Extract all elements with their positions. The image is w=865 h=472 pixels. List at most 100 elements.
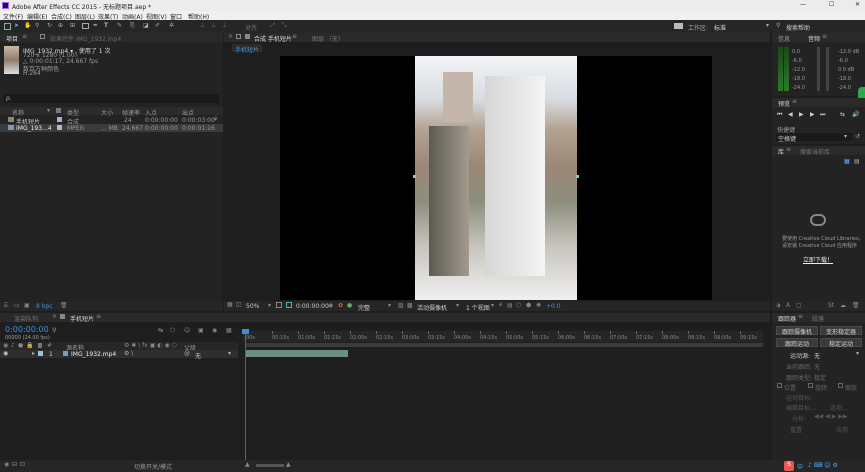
first-frame-icon[interactable]: ⏮ <box>777 111 782 119</box>
tab-libraries[interactable]: 库 <box>778 147 784 156</box>
trash-icon[interactable]: 🗑 <box>60 302 68 309</box>
next-frame-icon[interactable]: ▶ <box>810 111 815 118</box>
toggle-views-icon[interactable]: ▦ <box>227 301 233 308</box>
play-icon[interactable]: ▶ <box>799 111 804 118</box>
draft-3d-icon[interactable]: ⬡ <box>170 327 175 334</box>
reset-icon[interactable]: ↺ <box>855 133 860 140</box>
shy-icon[interactable]: ☺ <box>184 327 190 334</box>
panel-menu-icon[interactable]: ≡ <box>96 313 101 320</box>
stretch-icon[interactable]: ⊡ <box>20 461 25 468</box>
current-time[interactable]: 0:00:00:00 <box>296 303 329 310</box>
comp-mini-flowchart-icon[interactable]: ↹ <box>158 327 163 334</box>
new-folder-icon[interactable]: ▭ <box>14 302 20 309</box>
timeline-icon[interactable]: ▤ <box>507 302 513 309</box>
motion-source-select[interactable]: 无 <box>814 351 820 360</box>
label-col-icon[interactable] <box>56 108 61 113</box>
comp-viewer[interactable] <box>280 56 712 300</box>
transparency-grid-icon[interactable]: ▩ <box>407 302 413 309</box>
shortcut-dropdown-icon[interactable]: ▾ <box>844 133 847 140</box>
camera-snapshot-icon[interactable]: ◉ <box>328 302 333 309</box>
maximize-button[interactable]: ☐ <box>829 1 834 8</box>
comp-flow-icon[interactable]: ◉ <box>4 461 9 468</box>
tab-effect-controls[interactable]: 效果控件 IMG_1932.mp4 <box>50 34 121 43</box>
axis-icon[interactable]: ⊥ <box>200 22 205 29</box>
current-time-indicator[interactable] <box>245 331 246 460</box>
breadcrumb-label[interactable]: 手机短片 <box>235 45 259 54</box>
color-channel-icon[interactable]: ● <box>347 302 352 309</box>
rectangle-tool-icon[interactable] <box>82 23 89 29</box>
snap-icon[interactable]: ⤢ <box>270 22 275 30</box>
frame-blend-icon[interactable]: ▣ <box>198 327 204 334</box>
add-graphic-icon[interactable]: ▢ <box>796 302 802 309</box>
table-row[interactable]: IMG_193...4 MPEG ... MB 24.667 0:00:00:0… <box>0 124 223 132</box>
layer-label-icon[interactable] <box>38 351 43 356</box>
workspace-dropdown-icon[interactable]: ▾ <box>766 22 769 29</box>
project-search-input[interactable]: ρ. <box>6 95 12 102</box>
new-comp-icon[interactable]: ▣ <box>24 302 30 309</box>
project-search-bar[interactable]: ρ. <box>3 94 219 103</box>
tab-layer[interactable]: 图层 （无） <box>312 34 344 43</box>
warp-stabilizer-button[interactable]: 变形稳定器 <box>820 326 862 336</box>
expand-layer-icon[interactable]: ▸ <box>32 350 35 357</box>
panel-menu-icon[interactable]: ≡ <box>822 33 827 40</box>
rotate-tool-icon[interactable]: ↻ <box>47 22 52 29</box>
snap-label[interactable]: 对齐 <box>245 23 257 32</box>
shortcut-value[interactable]: 空格键 <box>778 134 796 143</box>
in-out-icon[interactable]: ⊟ <box>12 461 17 468</box>
tab-preview[interactable]: 预览 <box>778 99 790 108</box>
camera-dropdown-icon[interactable]: ▾ <box>456 302 459 309</box>
libraries-search[interactable]: 搜索当前库 <box>800 147 830 156</box>
camera-select[interactable]: 活动摄像机 <box>417 303 447 312</box>
panel-menu-icon[interactable]: ≡ <box>786 146 791 153</box>
interpret-footage-icon[interactable]: ⌸ <box>4 302 8 310</box>
pickwhip-icon[interactable]: @ <box>184 350 190 357</box>
camera-tool-icon[interactable]: ⊕ <box>58 22 63 29</box>
selection-tool-icon[interactable]: ➤ <box>14 22 19 29</box>
parent-dropdown-icon[interactable]: ▾ <box>228 350 231 357</box>
zoom-tool-icon[interactable]: ⚲ <box>35 22 39 29</box>
layer-duration-bar[interactable] <box>245 350 348 357</box>
roto-tool-icon[interactable]: ✐ <box>155 22 160 29</box>
toggle-switches-modes[interactable]: 切换开关/模式 <box>134 462 172 471</box>
ime-mode[interactable]: 中 <box>797 462 803 471</box>
close-tab-icon[interactable]: × <box>52 313 57 320</box>
last-frame-icon[interactable]: ⏭ <box>820 111 825 119</box>
list-view-icon[interactable]: ▤ <box>854 158 860 165</box>
tab-audio[interactable]: 音频 <box>808 34 820 43</box>
puppet-tool-icon[interactable]: ✲ <box>169 22 174 29</box>
close-tab-icon[interactable]: × <box>228 33 233 40</box>
flowchart-icon[interactable]: ⚘ <box>498 302 503 309</box>
volume-slider-right[interactable] <box>826 47 829 91</box>
zoom-select[interactable]: 50% <box>246 303 259 310</box>
add-color-icon[interactable]: ⬗ <box>776 302 781 309</box>
tab-paragraph[interactable]: 段落 <box>812 314 824 323</box>
loop-icon[interactable]: ⇆ <box>840 111 845 118</box>
views-select[interactable]: 1 个视图 <box>466 303 490 312</box>
comp-flowchart-icon[interactable]: ⬢ <box>526 302 531 309</box>
region-icon[interactable] <box>286 302 292 308</box>
pan-behind-tool-icon[interactable]: ⊞ <box>70 22 75 29</box>
panel-menu-icon[interactable]: ≡ <box>292 33 297 40</box>
track-camera-button[interactable]: 跟踪摄像机 <box>776 326 818 336</box>
pen-tool-icon[interactable]: ✒ <box>93 22 98 29</box>
panel-menu-icon[interactable]: ≡ <box>22 33 27 40</box>
timeline-timecode[interactable]: 0:00:00:00 <box>5 325 49 334</box>
panel-menu-icon[interactable]: ≡ <box>798 313 803 320</box>
system-tray[interactable]: ♪ ⌨ ☺ ⚙ <box>808 462 838 469</box>
axis-world-icon[interactable]: ⊥ <box>211 22 216 29</box>
add-text-icon[interactable]: A <box>786 302 790 309</box>
lock-icon[interactable] <box>236 34 241 39</box>
tab-timeline-comp[interactable]: 手机短片 <box>70 314 94 323</box>
fit-icon[interactable] <box>276 302 282 308</box>
tab-composition[interactable]: 合成 手机短片 <box>254 34 292 43</box>
snapshot-icon[interactable]: ◫ <box>236 301 242 308</box>
minimize-button[interactable]: — <box>800 1 806 8</box>
work-area-bar[interactable] <box>245 343 763 347</box>
libraries-icon[interactable] <box>674 23 683 29</box>
panel-menu-icon[interactable]: ≡ <box>792 98 797 105</box>
3d-renderer-icon[interactable]: ⬡ <box>516 302 521 309</box>
stabilize-motion-button[interactable]: 稳定运动 <box>820 338 862 348</box>
table-row[interactable]: 手机短片 合成 24 0:00:00:00 0:00:03:00 ⚘ <box>0 116 223 126</box>
shortcut-select[interactable]: 空格键 ▾ <box>776 133 852 143</box>
layer-switch-icon[interactable]: ⚙ \ <box>124 350 133 357</box>
